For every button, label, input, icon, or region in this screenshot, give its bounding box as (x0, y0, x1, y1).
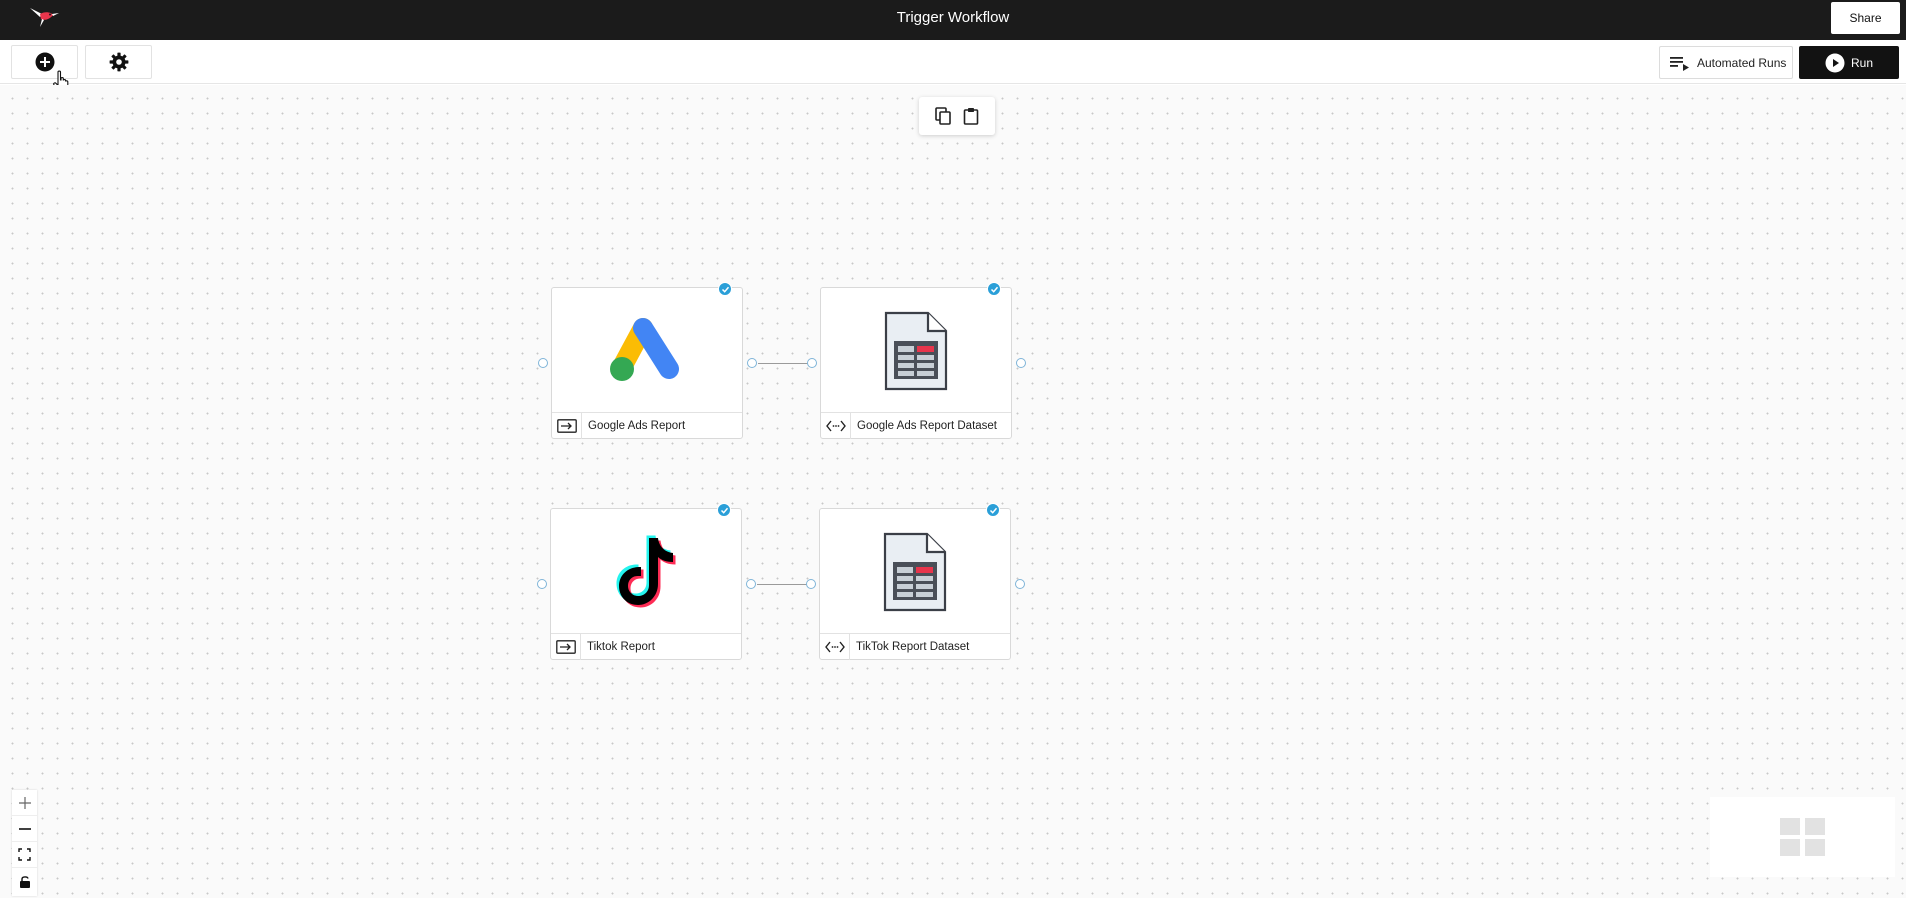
clipboard-icon (963, 108, 979, 125)
top-bar: Trigger Workflow Share (0, 0, 1906, 40)
minus-icon (18, 827, 31, 830)
code-icon (820, 633, 850, 660)
check-icon (987, 282, 1001, 296)
check-icon (718, 282, 732, 296)
workflow-canvas[interactable] (0, 85, 1906, 898)
node-handle-right[interactable] (746, 579, 756, 589)
automated-runs-button[interactable]: Automated Runs (1659, 46, 1793, 79)
node-label: TikTok Report Dataset (856, 640, 970, 653)
node-label-row: Google Ads Report (552, 412, 742, 439)
node-handle-left[interactable] (806, 579, 816, 589)
run-label: Run (1850, 55, 1873, 70)
node-google-ads-report[interactable]: Google Ads Report (551, 282, 743, 439)
zoom-in-button[interactable] (12, 790, 37, 816)
edge-tiktok[interactable] (757, 584, 812, 585)
automated-runs-label: Automated Runs (1697, 55, 1787, 70)
tiktok-logo-icon (616, 535, 676, 607)
plus-circle-icon (35, 52, 54, 72)
node-handle-left[interactable] (537, 579, 547, 589)
node-tiktok-report-dataset[interactable]: TikTok Report Dataset (819, 503, 1011, 660)
run-button[interactable]: Run (1799, 46, 1899, 79)
share-button[interactable]: Share (1831, 2, 1900, 34)
fit-view-button[interactable] (12, 842, 37, 868)
google-ads-logo-icon (610, 317, 679, 381)
playlist-play-icon (1670, 56, 1689, 71)
node-tiktok-report[interactable]: Tiktok Report (550, 503, 742, 660)
node-handle-left[interactable] (807, 358, 817, 368)
zoom-controls (12, 790, 37, 896)
node-handle-right[interactable] (747, 358, 757, 368)
minimap[interactable] (1710, 797, 1895, 877)
node-handle-right[interactable] (1015, 579, 1025, 589)
dataset-file-icon (884, 311, 948, 390)
node-image (552, 288, 742, 413)
input-icon (552, 412, 582, 439)
lock-button[interactable] (12, 868, 37, 894)
copy-button[interactable] (935, 107, 951, 125)
node-label: Tiktok Report (587, 640, 655, 653)
dataset-file-icon (883, 532, 947, 611)
check-icon (986, 503, 1000, 517)
input-icon (551, 633, 581, 660)
toolbar: Automated Runs Run (0, 40, 1906, 94)
node-label-row: Tiktok Report (551, 633, 741, 660)
node-image (821, 288, 1011, 413)
gear-icon (109, 52, 128, 72)
node-handle-left[interactable] (538, 358, 548, 368)
node-image (820, 509, 1010, 634)
copy-icon (935, 107, 951, 125)
node-image (551, 509, 741, 634)
node-handle-right[interactable] (1016, 358, 1026, 368)
node-label: Google Ads Report Dataset (857, 419, 997, 432)
code-icon (821, 412, 851, 439)
play-circle-icon (1825, 53, 1845, 72)
paste-button[interactable] (963, 107, 979, 125)
node-label-row: Google Ads Report Dataset (821, 412, 1011, 439)
minimap-nodes (1779, 818, 1825, 856)
lock-open-icon (19, 875, 30, 888)
plus-icon (18, 796, 31, 809)
zoom-out-button[interactable] (12, 816, 37, 842)
node-label-row: TikTok Report Dataset (820, 633, 1010, 660)
settings-button[interactable] (85, 45, 152, 79)
page-title: Trigger Workflow (896, 9, 1010, 26)
check-icon (717, 503, 731, 517)
node-google-ads-report-dataset[interactable]: Google Ads Report Dataset (820, 282, 1012, 439)
edge-google-ads[interactable] (758, 363, 813, 364)
node-label: Google Ads Report (588, 419, 686, 432)
fit-view-icon (18, 848, 31, 861)
clipboard-toolbar (919, 97, 995, 135)
